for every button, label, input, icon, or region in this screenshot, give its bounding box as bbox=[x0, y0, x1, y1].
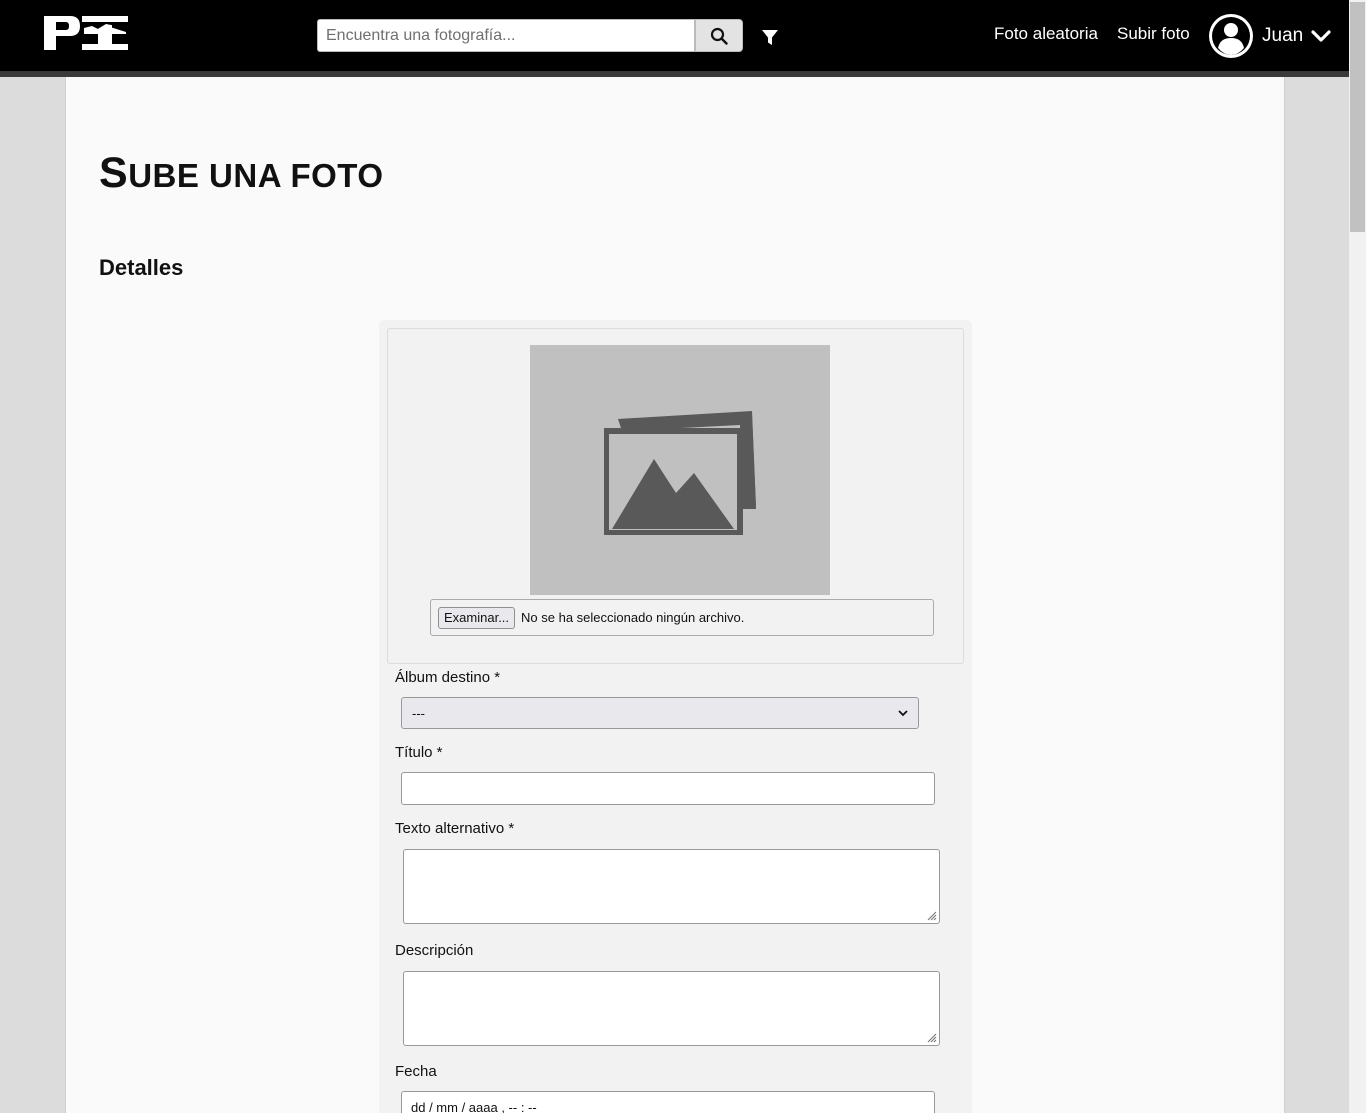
site-logo[interactable] bbox=[44, 16, 128, 50]
filter-button[interactable] bbox=[759, 26, 781, 48]
user-name: Juan bbox=[1262, 25, 1304, 46]
chevron-down-icon bbox=[898, 710, 908, 717]
user-avatar-icon bbox=[1209, 14, 1253, 58]
date-label: Fecha bbox=[395, 1063, 437, 1080]
file-status-text: No se ha seleccionado ningún archivo. bbox=[521, 610, 745, 625]
resize-grip-icon[interactable] bbox=[925, 909, 937, 921]
browse-button[interactable]: Examinar... bbox=[438, 606, 516, 629]
search-icon bbox=[710, 27, 728, 45]
nav-random-photo[interactable]: Foto aleatoria bbox=[994, 24, 1098, 44]
date-input[interactable]: dd / mm / aaaa , -- : -- bbox=[401, 1091, 935, 1113]
image-preview bbox=[530, 345, 830, 595]
search-button[interactable] bbox=[695, 19, 743, 52]
scrollbar-thumb[interactable] bbox=[1350, 2, 1365, 232]
album-selected-value: --- bbox=[412, 705, 425, 721]
album-select[interactable]: --- bbox=[401, 697, 919, 729]
album-label: Álbum destino * bbox=[395, 669, 501, 686]
chevron-down-icon bbox=[1311, 30, 1331, 42]
title-input[interactable] bbox=[401, 772, 935, 805]
page-title: Sube una foto bbox=[99, 149, 384, 198]
nav-upload-photo[interactable]: Subir foto bbox=[1117, 24, 1190, 44]
upload-form: Examinar... No se ha seleccionado ningún… bbox=[379, 320, 972, 1113]
section-title-details: Detalles bbox=[99, 255, 184, 280]
resize-grip-icon[interactable] bbox=[925, 1031, 937, 1043]
alt-text-label: Texto alternativo * bbox=[395, 820, 515, 837]
alt-text-textarea[interactable] bbox=[403, 849, 940, 924]
file-upload-box: Examinar... No se ha seleccionado ningún… bbox=[387, 328, 964, 664]
filter-icon bbox=[762, 30, 778, 45]
images-placeholder-icon bbox=[604, 411, 756, 535]
logo-icon bbox=[44, 16, 128, 50]
user-menu[interactable]: Juan bbox=[1208, 12, 1331, 60]
search-input[interactable] bbox=[317, 19, 695, 52]
page-title-initial: S bbox=[99, 149, 129, 197]
top-navbar: Foto aleatoria Subir foto Juan bbox=[0, 0, 1349, 71]
title-label: Título * bbox=[395, 744, 443, 761]
file-input[interactable]: Examinar... No se ha seleccionado ningún… bbox=[430, 599, 934, 636]
page-scrollbar[interactable] bbox=[1349, 0, 1366, 1113]
page-title-rest: ube una foto bbox=[128, 157, 384, 194]
main-content: Sube una foto Detalles Examinar... No se… bbox=[65, 77, 1285, 1113]
description-label: Descripción bbox=[395, 942, 474, 959]
description-textarea[interactable] bbox=[403, 971, 940, 1046]
